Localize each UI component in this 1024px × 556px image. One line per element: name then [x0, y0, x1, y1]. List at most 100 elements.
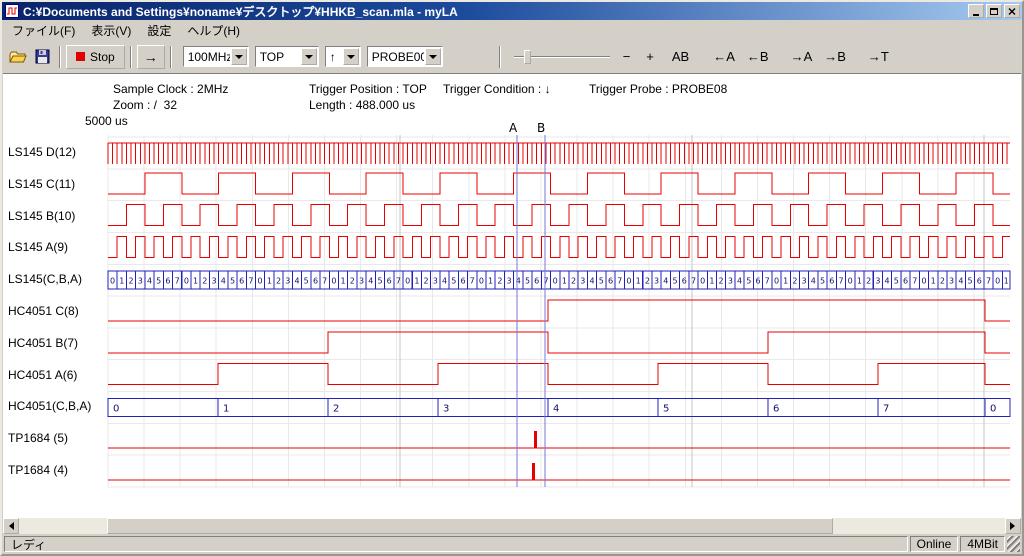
trigger-position-info: Trigger Position : TOP: [309, 82, 427, 96]
sample-clock-select[interactable]: 100MHz: [183, 46, 249, 67]
svg-text:3: 3: [802, 277, 807, 286]
chevron-down-icon: [235, 55, 243, 63]
svg-text:4: 4: [553, 403, 559, 414]
zoom-out-button[interactable]: −: [618, 46, 636, 67]
zoom-slider[interactable]: [514, 47, 610, 67]
slider-thumb[interactable]: [524, 50, 531, 64]
svg-text:4: 4: [221, 277, 226, 286]
svg-text:2: 2: [129, 277, 134, 286]
run-button[interactable]: →: [137, 45, 165, 69]
svg-text:0: 0: [184, 277, 189, 286]
scrollbar-thumb[interactable]: [107, 518, 833, 534]
stop-button[interactable]: Stop: [66, 45, 125, 69]
menu-settings[interactable]: 設定: [139, 20, 179, 41]
waveform-canvas[interactable]: 0123456701234567012345670123456701234567…: [3, 119, 1021, 491]
toolbar-separator: [130, 46, 132, 68]
scroll-right-button[interactable]: [1005, 518, 1021, 534]
trigger-edge-value: ↑: [326, 50, 342, 64]
chevron-down-icon: [347, 55, 355, 63]
goto-cursor-a-left-button[interactable]: ←A: [708, 46, 740, 67]
svg-text:0: 0: [921, 277, 926, 286]
svg-text:6: 6: [682, 277, 687, 286]
svg-text:0: 0: [258, 277, 263, 286]
trigger-edge-select[interactable]: ↑: [325, 46, 361, 67]
goto-cursor-b-left-button[interactable]: ←B: [742, 46, 774, 67]
svg-text:0: 0: [405, 277, 410, 286]
arrow-left-icon: [5, 522, 14, 530]
svg-text:3: 3: [654, 277, 659, 286]
waveform-segments: [108, 364, 1010, 385]
svg-text:6: 6: [755, 277, 760, 286]
chevron-down-icon: [305, 55, 313, 63]
svg-text:6: 6: [239, 277, 244, 286]
zoom-in-button[interactable]: +: [641, 46, 659, 67]
svg-text:2: 2: [940, 277, 945, 286]
scroll-left-button[interactable]: [3, 518, 19, 534]
title-bar[interactable]: C:¥Documents and Settings¥noname¥デスクトップ¥…: [2, 2, 1022, 20]
status-memory: 4MBit: [960, 536, 1005, 552]
svg-text:7: 7: [248, 277, 253, 286]
minimize-button[interactable]: [968, 4, 984, 18]
svg-text:6: 6: [773, 403, 779, 414]
minimize-icon: [973, 14, 979, 16]
svg-text:3: 3: [728, 277, 733, 286]
cursor-b-label: B: [537, 121, 545, 135]
svg-text:1: 1: [341, 277, 346, 286]
floppy-disk-icon: [35, 49, 50, 64]
svg-text:6: 6: [534, 277, 539, 286]
open-file-button[interactable]: [6, 45, 30, 69]
stop-icon: [76, 52, 85, 61]
maximize-button[interactable]: [986, 4, 1002, 18]
app-icon: [5, 4, 19, 18]
svg-text:0: 0: [110, 277, 115, 286]
goto-cursor-a-right-button[interactable]: →A: [786, 46, 818, 67]
dropdown-button[interactable]: [301, 48, 317, 65]
dropdown-button[interactable]: [343, 48, 359, 65]
stop-label: Stop: [90, 50, 115, 64]
waveform-panel: Sample Clock : 2MHz Trigger Position : T…: [3, 73, 1021, 518]
waveform-segments: [108, 300, 1010, 321]
svg-text:2: 2: [866, 277, 871, 286]
svg-text:7: 7: [912, 277, 917, 286]
svg-text:5: 5: [746, 277, 751, 286]
svg-text:3: 3: [507, 277, 512, 286]
dropdown-button[interactable]: [425, 48, 441, 65]
svg-text:4: 4: [368, 277, 373, 286]
svg-text:0: 0: [995, 277, 1000, 286]
cursor-a-label: A: [509, 121, 518, 135]
close-button[interactable]: [1004, 4, 1020, 18]
svg-text:5: 5: [672, 277, 677, 286]
zoom-ab-button[interactable]: AB: [667, 46, 694, 67]
goto-cursor-b-right-button[interactable]: →B: [819, 46, 851, 67]
arrow-right-icon: [1010, 522, 1019, 530]
cursor-markers: AB: [509, 121, 545, 487]
dropdown-button[interactable]: [231, 48, 247, 65]
svg-text:1: 1: [193, 277, 198, 286]
svg-text:6: 6: [829, 277, 834, 286]
svg-text:4: 4: [885, 277, 890, 286]
status-message: レディ: [4, 536, 908, 552]
trigger-probe-value: PROBE00: [368, 50, 424, 64]
svg-text:7: 7: [396, 277, 401, 286]
svg-text:3: 3: [211, 277, 216, 286]
svg-text:4: 4: [442, 277, 447, 286]
svg-text:1: 1: [636, 277, 641, 286]
menu-view[interactable]: 表示(V): [83, 20, 139, 41]
zoom-info: Zoom : / 32: [113, 98, 177, 112]
svg-text:1: 1: [709, 277, 714, 286]
resize-grip[interactable]: [1007, 536, 1020, 552]
menu-help[interactable]: ヘルプ(H): [179, 20, 248, 41]
svg-text:3: 3: [359, 277, 364, 286]
menu-file[interactable]: ファイル(F): [4, 20, 83, 41]
scrollbar-track[interactable]: [19, 518, 1005, 534]
svg-text:5: 5: [968, 277, 973, 286]
horizontal-scrollbar[interactable]: [3, 518, 1021, 534]
svg-text:0: 0: [479, 277, 484, 286]
svg-text:7: 7: [986, 277, 991, 286]
save-file-button[interactable]: [30, 45, 54, 69]
trigger-position-select[interactable]: TOP: [255, 46, 319, 67]
toolbar-separator: [499, 46, 501, 68]
goto-trigger-button[interactable]: →T: [863, 46, 894, 67]
svg-text:4: 4: [590, 277, 595, 286]
trigger-probe-select[interactable]: PROBE00: [367, 46, 443, 67]
